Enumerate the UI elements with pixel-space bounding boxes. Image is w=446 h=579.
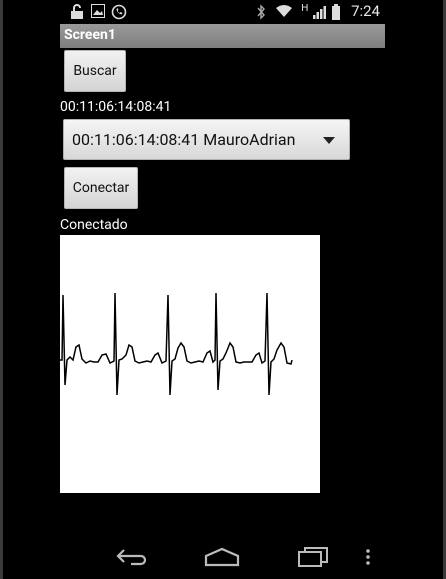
status-bar: H 7:24: [60, 0, 386, 24]
image-icon: [91, 4, 105, 18]
app-title-bar: Screen1: [60, 24, 385, 48]
back-icon[interactable]: [115, 548, 149, 566]
battery-icon: [332, 4, 340, 20]
overflow-menu-icon[interactable]: [364, 548, 372, 566]
screen-title: Screen1: [64, 27, 116, 43]
ecg-canvas[interactable]: [60, 235, 320, 493]
home-icon[interactable]: [204, 547, 240, 567]
svg-text:H: H: [301, 3, 309, 12]
wifi-icon: [276, 5, 292, 17]
bluetooth-icon: [257, 4, 265, 20]
connect-button-label: Conectar: [72, 180, 130, 196]
connection-status-label: Conectado: [60, 217, 128, 233]
device-address-label: 00:11:06:14:08:41: [60, 99, 172, 115]
device-bezel-left: [0, 0, 3, 579]
spinner-selected-value: 00:11:06:14:08:41 MauroAdrian: [72, 130, 296, 149]
ecg-waveform: [60, 292, 293, 396]
whatsapp-icon: [111, 4, 127, 20]
navigation-bar: [0, 533, 446, 579]
connect-button[interactable]: Conectar: [64, 167, 138, 209]
search-button-label: Buscar: [73, 63, 117, 79]
signal-icon: [313, 6, 326, 19]
device-spinner[interactable]: 00:11:06:14:08:41 MauroAdrian: [63, 119, 350, 160]
h-signal-icon: H: [301, 3, 309, 12]
status-time: 7:24: [351, 2, 380, 20]
dropdown-arrow-icon: [323, 137, 335, 144]
lock-icon: [71, 4, 83, 19]
recents-icon[interactable]: [296, 546, 330, 568]
search-button[interactable]: Buscar: [64, 50, 126, 92]
